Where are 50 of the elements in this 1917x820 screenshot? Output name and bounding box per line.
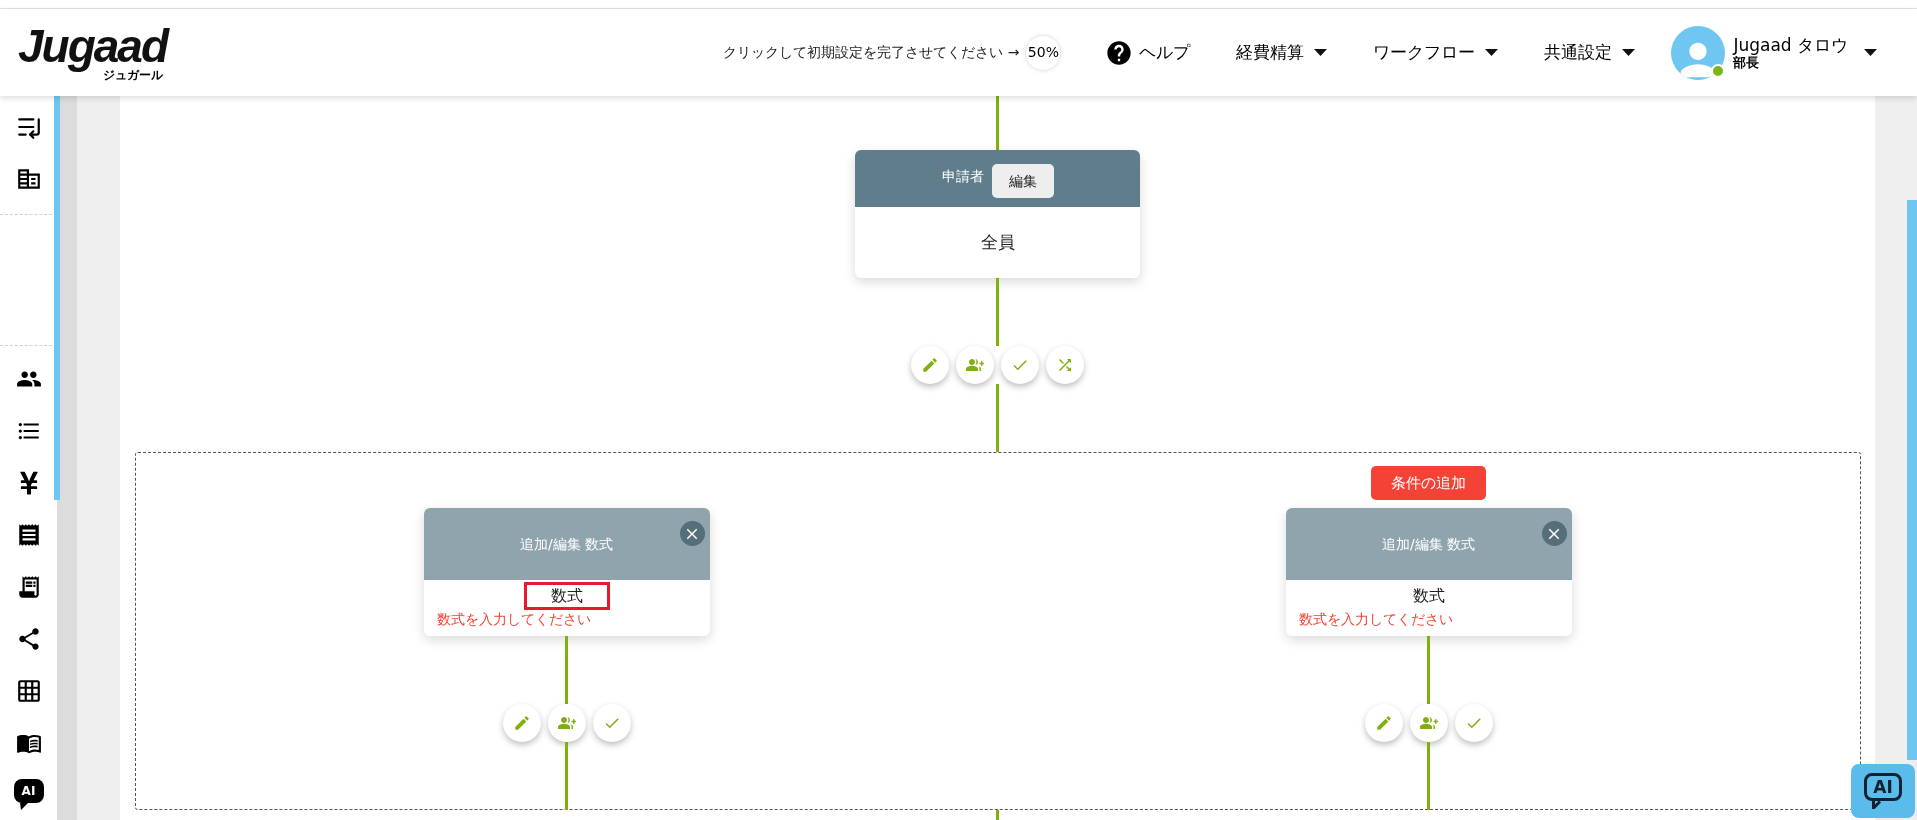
pencil-icon [512,714,531,732]
add-approver-step-button[interactable] [1409,704,1448,742]
add-people-icon [1419,714,1438,732]
caret-icon [1622,49,1636,56]
add-approver-step-button[interactable] [547,704,586,742]
help-icon [1105,38,1134,67]
building-icon [15,166,42,192]
connector-line [1427,636,1430,704]
edit-step-button[interactable] [502,704,541,742]
logo-subtitle: ジュガール [103,67,164,82]
node-title: 申請者 [941,167,984,186]
add-people-icon [557,714,576,732]
setup-progress-link[interactable]: クリックして初期設定を完了させてください → 50% [723,34,1062,71]
applicant-value: 全員 [980,230,1015,254]
nav-menu[interactable]: ワークフロー [1373,39,1499,66]
add-approver-step-button[interactable] [956,346,994,384]
connector-line [565,636,568,704]
caret-icon[interactable] [1864,49,1877,56]
pencil-icon [921,356,939,374]
shuffle-icon [1056,356,1074,374]
connector-line [996,278,999,346]
connector-line [1427,742,1430,810]
help-menu[interactable]: ヘルプ [1105,38,1191,67]
edit-step-button[interactable] [1364,704,1403,742]
grid-icon [15,678,42,704]
error-message: 数式を入力してください [436,610,591,628]
user-name: Jugaad タロウ [1733,34,1848,55]
formula-label: 数式 [523,582,610,610]
connector-line [565,742,568,810]
nav-menu[interactable]: 共通設定 [1544,39,1636,66]
node-title: 追加/編集 数式 [519,534,614,554]
edit-button[interactable]: 編集 [991,164,1054,198]
connector-line [996,96,999,150]
close-button[interactable] [1541,521,1567,546]
node-title: 追加/編集 数式 [1381,534,1476,554]
nav-menu[interactable]: 経費精算 [1236,39,1328,66]
connector-line [996,384,999,452]
caret-icon [1485,49,1499,56]
user-role: 部長 [1733,54,1760,71]
edit-step-button[interactable] [911,346,949,384]
caret-icon [1314,49,1328,56]
close-button[interactable] [679,521,705,546]
add-condition-button[interactable]: 条件の追加 [1371,466,1486,500]
speech-tail-icon [1872,800,1883,809]
pencil-icon [1374,714,1393,732]
add-people-icon [966,356,984,374]
speech-tail-icon [19,803,28,810]
ai-chat-button[interactable]: AI [1851,764,1915,818]
formula-label: 数式 [1411,585,1446,607]
error-message: 数式を入力してください [1298,610,1453,628]
